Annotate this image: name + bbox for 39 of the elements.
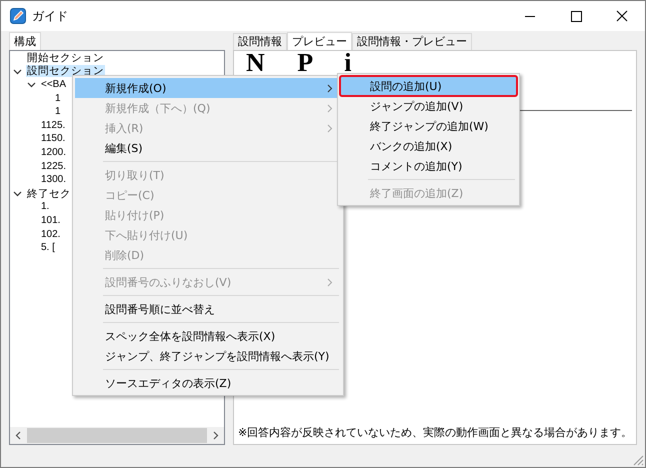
menu-item[interactable]: スペック全体を設問情報へ表示(X)	[75, 326, 341, 346]
window-title: ガイド	[32, 8, 68, 24]
menu-item[interactable]: 編集(S)	[75, 138, 341, 158]
menu-item[interactable]: バンクの追加(X)	[340, 136, 517, 156]
menu-item[interactable]: 設問番号順に並べ替え	[75, 299, 341, 319]
tree-item[interactable]: 設問セクション	[26, 65, 105, 78]
tab[interactable]: プレビュー	[287, 32, 352, 50]
tree-item[interactable]: 開始セクション	[26, 52, 105, 64]
tab[interactable]: 構成	[9, 32, 41, 50]
preview-note: ※回答内容が反映されていないため、実際の動作画面と異なる場合があります。	[238, 425, 632, 440]
tree-item[interactable]: 102.	[40, 228, 62, 241]
menu-item[interactable]: 終了ジャンプの追加(W)	[340, 116, 517, 136]
resize-grip-icon[interactable]	[632, 454, 644, 466]
tree-item[interactable]: 1.	[40, 201, 50, 214]
tree-item[interactable]: 1225.	[40, 160, 68, 173]
tree-item[interactable]: 1150.	[40, 133, 66, 146]
tree-item[interactable]: 1125.	[40, 120, 66, 132]
chevron-icon[interactable]	[13, 189, 22, 198]
tab[interactable]: 設問情報・プレビュー	[352, 33, 472, 50]
scrollbar-thumb[interactable]	[27, 428, 207, 443]
menu-item[interactable]: 設問の追加(U)	[340, 76, 517, 96]
tree-item[interactable]: <<BA	[40, 78, 68, 91]
tree-item[interactable]: 5. [	[40, 242, 56, 254]
pencil-app-icon	[10, 8, 26, 24]
tree-item[interactable]: 101.	[40, 214, 62, 227]
tab[interactable]: 設問情報	[233, 33, 287, 50]
menu-item[interactable]: ジャンプの追加(V)	[340, 96, 517, 116]
tree-item[interactable]: 1200.	[40, 146, 68, 159]
menu-item[interactable]: ソースエディタの表示(Z)	[75, 373, 341, 393]
tree-item[interactable]: 1	[54, 92, 62, 105]
chevron-icon[interactable]	[13, 66, 22, 76]
menu-item[interactable]: ジャンプ、終了ジャンプを設問情報へ表示(Y)	[75, 346, 341, 366]
menu-item[interactable]: コメントの追加(Y)	[340, 156, 517, 176]
preview-heading: N P i	[245, 52, 352, 74]
tree-item[interactable]: 1300.	[40, 174, 68, 186]
horizontal-scrollbar[interactable]	[10, 427, 224, 444]
tree-item[interactable]: 終了セク	[26, 188, 72, 200]
tree-item[interactable]: 1	[54, 106, 62, 118]
chevron-icon[interactable]	[27, 80, 36, 90]
